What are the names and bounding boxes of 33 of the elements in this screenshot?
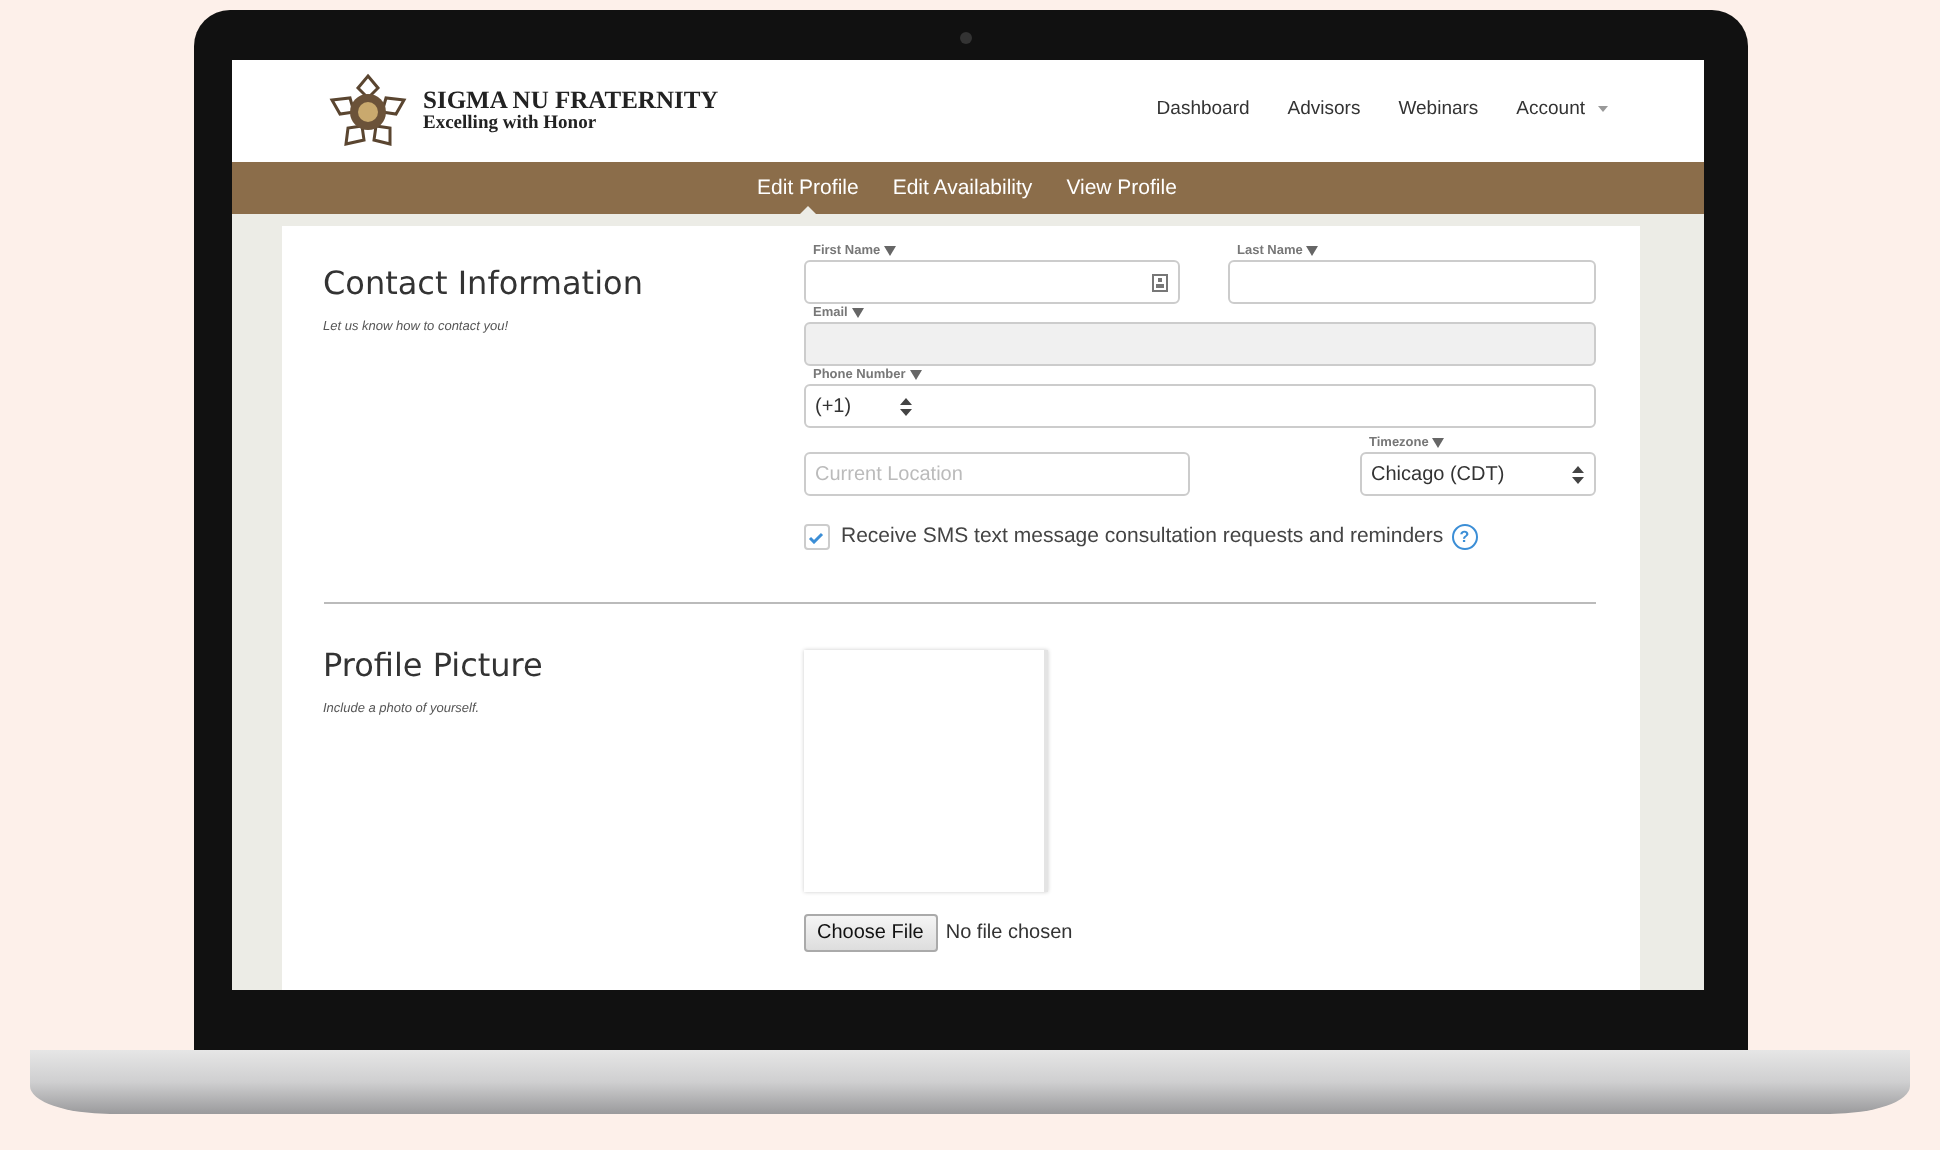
check-icon [808, 531, 824, 544]
choose-file-button[interactable]: Choose File [803, 913, 938, 952]
logo-icon [327, 71, 407, 151]
nav-link[interactable]: Webinars [1398, 96, 1479, 126]
brand-tagline: Excelling with Honor [423, 113, 599, 134]
section-title: Profile Picture [323, 645, 545, 684]
phone-field[interactable]: (+1) [803, 384, 1595, 428]
caret-icon [909, 370, 922, 380]
timezone-select[interactable]: Chicago (CDT) [1359, 452, 1595, 496]
contact-card-icon [1151, 273, 1167, 291]
caret-icon [1306, 246, 1319, 256]
brand-title: SIGMA NU FRATERNITY [423, 88, 719, 114]
nav-link[interactable]: Advisors [1287, 96, 1361, 126]
caret-icon [851, 308, 864, 318]
location-field[interactable]: Current Location [803, 452, 1189, 496]
camera-icon [959, 32, 971, 44]
caret-icon [1597, 106, 1607, 113]
nav-link[interactable]: Dashboard [1156, 96, 1250, 126]
tab[interactable]: Edit Availability [892, 162, 1033, 214]
caret-icon [1432, 438, 1445, 448]
checkbox[interactable] [803, 524, 829, 551]
tab[interactable]: View Profile [1066, 162, 1177, 214]
section-title: Contact Information [323, 264, 645, 303]
up-down-arrows-icon [1571, 465, 1583, 483]
tab[interactable]: Edit Profile [757, 162, 859, 214]
up-down-arrows-icon [899, 397, 912, 415]
nav-link[interactable]: Account [1516, 96, 1607, 126]
country-code: (+1) [815, 393, 852, 421]
first-name-field[interactable] [803, 260, 1179, 304]
caret-icon [884, 246, 897, 256]
checkbox-label: Receive SMS text message consultation requests and reminders [841, 522, 1444, 552]
last-name-field[interactable] [1227, 260, 1595, 304]
file-status: No file chosen [945, 919, 1073, 948]
